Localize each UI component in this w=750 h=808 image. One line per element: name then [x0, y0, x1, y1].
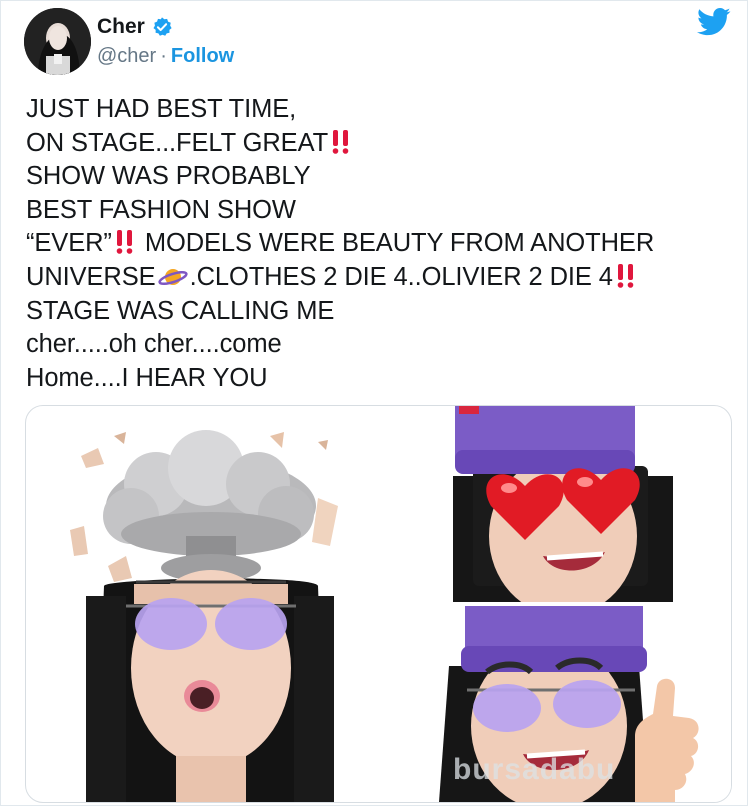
tweet-line-1: JUST HAD BEST TIME, — [26, 95, 297, 123]
follow-button[interactable]: Follow — [171, 45, 234, 67]
tweet-card: Cher @cher · Follow JUST HAD BEST TIME, ON… — [0, 0, 748, 806]
tweet-line-6: UNIVERSE .CLOTHES 2 DIE 4..OLIVIER 2 DIE … — [26, 261, 726, 295]
tweet-line-7: STAGE WAS CALLING ME — [26, 296, 335, 325]
tweet-line-9: Home....I HEAR YOU — [26, 363, 268, 392]
tweet-text: JUST HAD BEST TIME, ON STAGE...FELT GREA… — [26, 93, 726, 395]
user-handle[interactable]: @cher — [97, 45, 156, 67]
user-name-row: Cher — [97, 15, 173, 39]
double-exclamation-icon — [615, 263, 637, 299]
media-image-mind-blown[interactable] — [26, 406, 431, 802]
separator: · — [160, 45, 167, 67]
user-name[interactable]: Cher — [97, 15, 145, 39]
tweet-line-5: “EVER” MODELS WERE BEAUTY FROM ANOTHER — [26, 227, 726, 261]
ringed-planet-icon — [157, 265, 188, 299]
media-image-heart-eyes[interactable] — [453, 406, 673, 616]
double-exclamation-icon — [114, 229, 136, 265]
tweet-line-3: SHOW WAS PROBABLY — [26, 162, 311, 191]
tweet-media[interactable] — [25, 405, 732, 803]
verified-icon — [153, 17, 172, 36]
avatar[interactable] — [24, 8, 91, 75]
watermark: bursadabu — [453, 753, 616, 786]
twitter-bird-icon[interactable] — [697, 7, 731, 37]
tweet-line-4: BEST FASHION SHOW — [26, 195, 296, 224]
tweet-line-8: cher.....oh cher....come — [26, 330, 282, 359]
user-handle-row: @cher · Follow — [97, 45, 234, 68]
tweet-line-2: ON STAGE...FELT GREAT — [26, 127, 726, 161]
double-exclamation-icon — [330, 129, 352, 165]
